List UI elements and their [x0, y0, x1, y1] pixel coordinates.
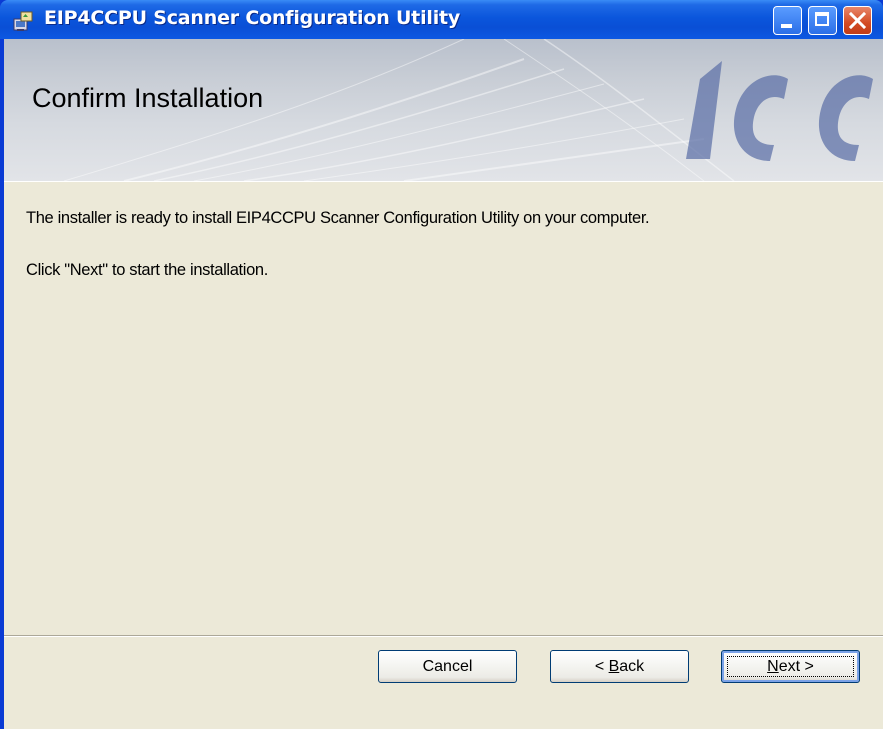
instruction-message: Click "Next" to start the installation. [26, 261, 268, 279]
back-button-prefix: < [594, 658, 609, 675]
cancel-button[interactable]: Cancel [378, 650, 517, 683]
installer-window: EIP4CCPU Scanner Configuration Utility C… [0, 0, 883, 729]
close-button[interactable] [843, 6, 872, 35]
header-banner: Confirm Installation [4, 39, 883, 182]
close-icon [849, 12, 866, 29]
next-button-focus-rect [727, 656, 854, 677]
back-button[interactable]: < Back [550, 650, 689, 683]
ready-message: The installer is ready to install EIP4CC… [26, 209, 650, 227]
minimize-button[interactable] [773, 6, 802, 35]
next-button[interactable]: Next > [721, 650, 860, 683]
maximize-button[interactable] [808, 6, 837, 35]
back-button-mnemonic: B [608, 658, 620, 675]
window-title: EIP4CCPU Scanner Configuration Utility [44, 7, 461, 29]
dialog-body: Confirm Installation The installer is re… [4, 39, 883, 729]
page-title: Confirm Installation [32, 83, 264, 113]
icc-logo [686, 61, 873, 161]
installer-app-icon [13, 11, 33, 31]
title-bar[interactable]: EIP4CCPU Scanner Configuration Utility [0, 0, 883, 39]
footer-divider-highlight [4, 636, 883, 637]
banner-separator [4, 181, 883, 182]
back-button-label: ack [619, 658, 645, 675]
